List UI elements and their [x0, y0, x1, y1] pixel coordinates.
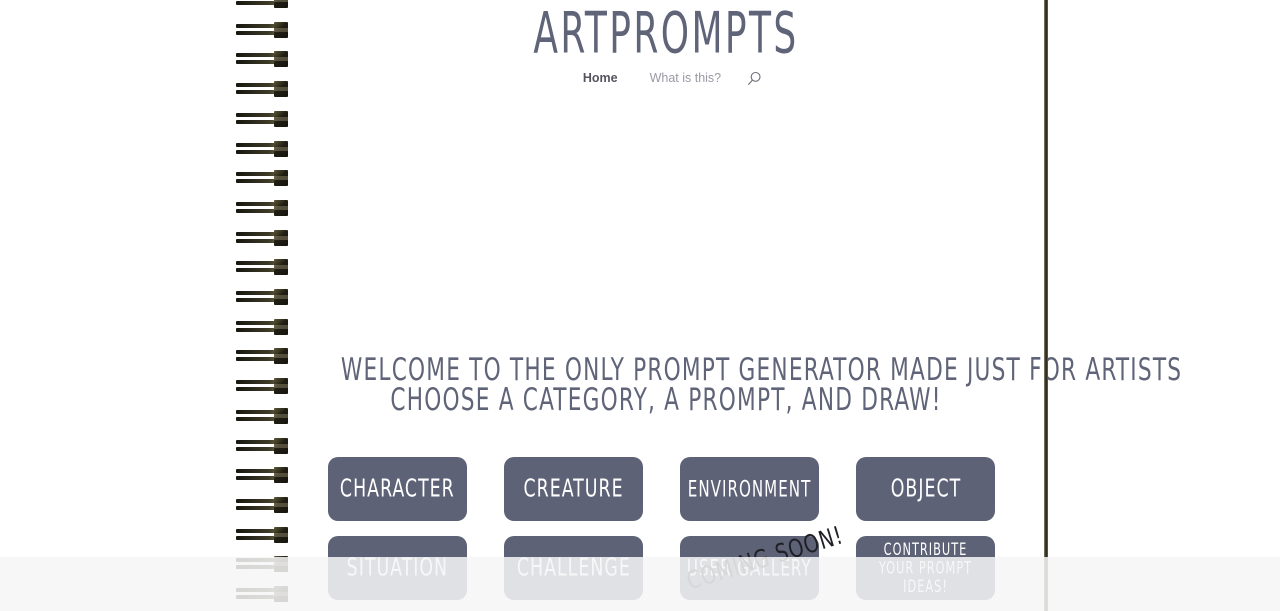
category-slot: CHALLENGE	[504, 536, 643, 600]
spiral-coil	[236, 0, 288, 8]
category-label: CREATURE	[523, 474, 624, 503]
category-button-challenge[interactable]: CHALLENGE	[504, 536, 643, 600]
spiral-coil	[236, 199, 288, 216]
category-label: USER GALLERY	[687, 554, 812, 581]
category-slot: ENVIRONMENT	[680, 457, 819, 521]
search-icon[interactable]	[743, 68, 765, 88]
spiral-coil	[236, 259, 288, 276]
search-glass-icon	[747, 71, 761, 85]
category-label: OBJECT	[890, 474, 961, 503]
category-slot: CREATURE	[504, 457, 643, 521]
spiral-coil	[236, 378, 288, 395]
spiral-coil	[236, 318, 288, 335]
spiral-coil	[236, 348, 288, 365]
spiral-coil	[236, 229, 288, 246]
category-button-character[interactable]: CHARACTER	[328, 457, 467, 521]
category-row-1: CHARACTER CREATURE ENVIRONMENT OBJECT	[328, 457, 1004, 521]
page-sheet: ARTPROMPTS Home What is this? WELCOME TO…	[288, 0, 1181, 611]
category-button-object[interactable]: OBJECT	[856, 457, 995, 521]
spiral-coil	[236, 289, 288, 305]
category-slot: USER GALLERY COMING SOON!	[680, 520, 847, 600]
masthead: ARTPROMPTS Home What is this?	[288, 0, 1044, 88]
main-nav: Home What is this?	[288, 68, 1044, 88]
spiral-coil	[236, 496, 288, 513]
site-title: ARTPROMPTS	[533, 0, 799, 67]
category-label: SITUATION	[346, 553, 449, 582]
category-button-environment[interactable]: ENVIRONMENT	[680, 457, 819, 521]
spiral-coil	[236, 437, 288, 454]
spiral-coil	[236, 21, 288, 38]
category-button-user-gallery[interactable]: USER GALLERY	[680, 536, 819, 600]
category-slot: SITUATION	[328, 536, 467, 600]
category-button-creature[interactable]: CREATURE	[504, 457, 643, 521]
page-root: ARTPROMPTS Home What is this? WELCOME TO…	[0, 0, 1280, 611]
spiral-coil	[236, 586, 288, 602]
category-slot: OBJECT	[856, 457, 995, 521]
spiral-coil	[236, 526, 288, 543]
category-grid: CHARACTER CREATURE ENVIRONMENT OBJECT SI…	[328, 457, 1004, 611]
headline-line-2: CHOOSE A CATEGORY, A PROMPT, AND DRAW!	[390, 380, 942, 418]
category-label: ENVIRONMENT	[687, 475, 812, 502]
category-button-situation[interactable]: SITUATION	[328, 536, 467, 600]
spiral-coil	[236, 51, 288, 68]
spiral-coil	[236, 467, 288, 484]
spiral-coil	[236, 140, 288, 157]
page-edge-rule	[1044, 0, 1048, 611]
spiral-coil	[236, 81, 288, 98]
spiral-coil	[236, 110, 288, 127]
nav-item-what-is-this[interactable]: What is this?	[634, 70, 738, 86]
spiral-coil	[236, 170, 288, 187]
spiral-coil	[236, 407, 288, 424]
spiral-coil	[236, 556, 288, 573]
category-slot: CHARACTER	[328, 457, 467, 521]
welcome-headline: WELCOME TO THE ONLY PROMPT GENERATOR MAD…	[288, 353, 1181, 418]
nav-item-home[interactable]: Home	[567, 70, 634, 86]
category-label: CHALLENGE	[516, 553, 631, 582]
category-row-2: SITUATION CHALLENGE USER GALLERY COMING …	[328, 520, 1004, 600]
category-label: CHARACTER	[340, 474, 455, 503]
category-slot: CONTRIBUTE YOUR PROMPT IDEAS!	[856, 536, 995, 600]
category-button-contribute[interactable]: CONTRIBUTE YOUR PROMPT IDEAS!	[856, 536, 995, 600]
category-label: CONTRIBUTE YOUR PROMPT IDEAS!	[878, 538, 973, 597]
spiral-binding	[0, 0, 300, 611]
